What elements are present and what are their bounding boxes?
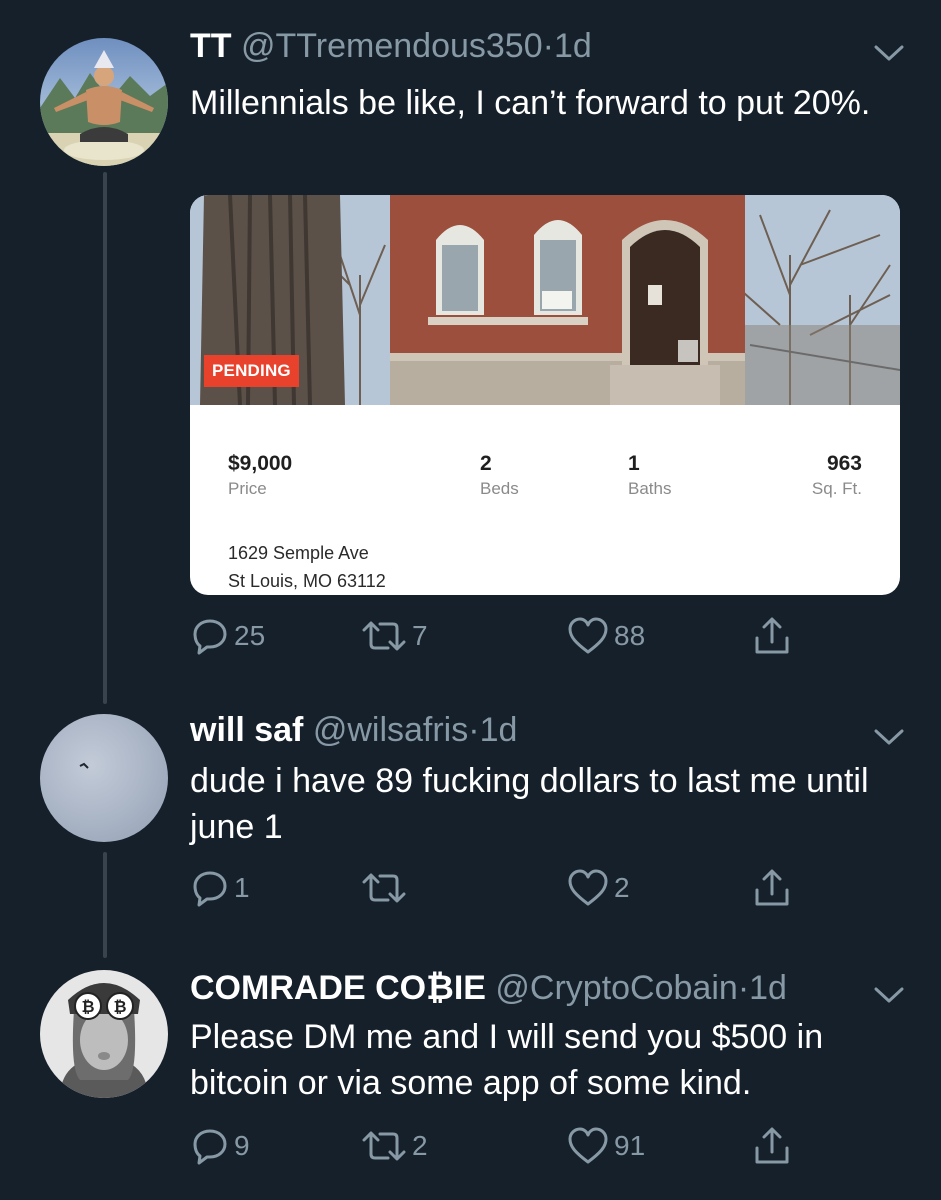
listing-beds: 2 Beds [480, 451, 519, 501]
chevron-down-icon[interactable] [872, 42, 906, 64]
baths-value: 1 [628, 452, 640, 475]
share-button[interactable] [752, 614, 792, 658]
timestamp[interactable]: 1d [749, 969, 787, 1007]
avatar-image [40, 38, 168, 166]
retweet-count: 2 [412, 1130, 428, 1161]
tweet-actions: 25 7 88 [190, 614, 910, 658]
beds-label: Beds [480, 479, 519, 498]
reply-icon [193, 871, 227, 907]
like-count: 2 [614, 872, 630, 903]
baths-label: Baths [628, 479, 672, 498]
address-line2: St Louis, MO 63112 [228, 571, 386, 591]
avatar-image [40, 714, 168, 842]
tweet[interactable]: ₿ ₿ COMRADE CO₿IE @CryptoCobain·1d Pleas… [0, 950, 941, 1200]
like-count: 88 [614, 620, 646, 651]
display-name[interactable]: will saf [190, 711, 303, 749]
user-handle[interactable]: @CryptoCobain [495, 969, 737, 1007]
sqft-value: 963 [826, 452, 862, 475]
like-icon [568, 869, 608, 906]
share-button[interactable] [752, 866, 792, 910]
address-line1: 1629 Semple Ave [228, 543, 369, 563]
avatar[interactable] [40, 714, 168, 842]
listing-sqft: 963 Sq. Ft. [812, 451, 862, 501]
reply-icon [193, 619, 227, 655]
price-value: $9,000 [228, 452, 293, 475]
share-icon [755, 869, 789, 906]
avatar[interactable] [40, 38, 168, 166]
tweet-actions: 9 2 91 [190, 1124, 910, 1168]
retweet-button[interactable]: 2 [360, 1124, 428, 1168]
timestamp[interactable]: 1d [480, 711, 518, 749]
retweet-icon [362, 1131, 406, 1161]
retweet-button[interactable]: 7 [360, 614, 428, 658]
separator-dot: · [542, 27, 554, 65]
tweet-header: TT @TTremendous350·1d [190, 26, 592, 66]
retweet-icon [362, 873, 406, 903]
display-name[interactable]: TT [190, 27, 232, 65]
reply-button[interactable]: 25 [190, 614, 265, 658]
timestamp[interactable]: 1d [554, 27, 592, 65]
separator-dot: · [468, 711, 480, 749]
chevron-down-icon[interactable] [872, 984, 906, 1006]
reply-count: 25 [234, 620, 266, 651]
pending-badge: PENDING [204, 355, 299, 387]
like-button[interactable]: 2 [566, 866, 630, 910]
like-button[interactable]: 91 [566, 1124, 645, 1168]
tweet-text: Please DM me and I will send you $500 in… [190, 1018, 824, 1102]
tweet-text: Millennials be like, I can’t forward to … [190, 84, 871, 122]
reply-count: 1 [234, 872, 250, 903]
avatar[interactable]: ₿ ₿ [40, 970, 168, 1098]
tweet[interactable]: TT @TTremendous350·1d Millennials be lik… [0, 0, 941, 690]
sqft-label: Sq. Ft. [811, 479, 862, 498]
like-icon [568, 617, 608, 654]
retweet-count: 7 [412, 620, 428, 651]
reply-button[interactable]: 9 [190, 1124, 250, 1168]
listing-baths: 1 Baths [628, 451, 671, 501]
user-handle[interactable]: @TTremendous350 [241, 27, 543, 65]
like-button[interactable]: 88 [566, 614, 645, 658]
tweet-header: COMRADE CO₿IE @CryptoCobain·1d [190, 968, 787, 1008]
reply-button[interactable]: 1 [190, 866, 250, 910]
chevron-down-icon[interactable] [872, 726, 906, 748]
like-icon [568, 1127, 608, 1164]
tweet-actions: 1 2 [190, 866, 910, 910]
price-label: Price [228, 479, 267, 498]
tweet-text: dude i have 89 fucking dollars to last m… [190, 762, 869, 846]
share-icon [755, 1127, 789, 1164]
svg-text:₿: ₿ [81, 997, 94, 1016]
separator-dot: · [737, 969, 750, 1007]
share-button[interactable] [752, 1124, 792, 1168]
retweet-button[interactable] [360, 866, 412, 910]
avatar-image: ₿ ₿ [40, 970, 168, 1098]
listing-card[interactable]: PENDING $9,000 Price 2 Beds 1 Baths 963 … [190, 195, 900, 595]
share-icon [755, 617, 789, 654]
beds-value: 2 [480, 452, 492, 475]
svg-text:₿: ₿ [113, 997, 126, 1016]
like-count: 91 [614, 1130, 646, 1161]
reply-icon [193, 1129, 227, 1165]
listing-address: 1629 Semple Ave St Louis, MO 63112 [228, 539, 386, 595]
listing-price: $9,000 Price [228, 451, 292, 501]
retweet-icon [362, 621, 406, 651]
reply-count: 9 [234, 1130, 250, 1161]
display-name[interactable]: COMRADE CO₿IE [190, 969, 486, 1007]
user-handle[interactable]: @wilsafris [313, 711, 468, 749]
tweet[interactable]: will saf @wilsafris·1d dude i have 89 fu… [0, 690, 941, 950]
tweet-header: will saf @wilsafris·1d [190, 710, 517, 750]
